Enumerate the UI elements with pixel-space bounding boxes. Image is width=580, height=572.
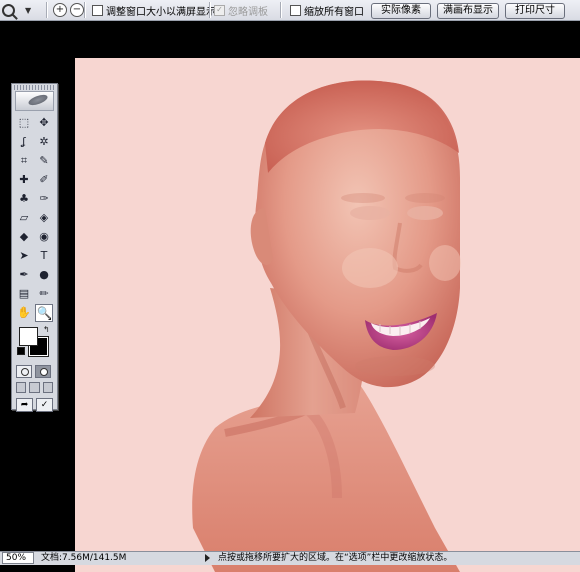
checkbox-box: ✓: [214, 4, 225, 16]
zoom-in-button[interactable]: +: [53, 3, 67, 17]
crop-icon[interactable]: ⌗: [15, 152, 33, 170]
status-menu-arrow-icon[interactable]: [205, 554, 210, 562]
separator: [209, 2, 211, 18]
quick-mask-button[interactable]: [35, 365, 51, 378]
zoom-all-windows-checkbox[interactable]: 缩放所有窗口: [290, 2, 364, 18]
dodge-icon[interactable]: ◉: [35, 228, 53, 246]
path-selection-icon[interactable]: ➤: [15, 247, 33, 265]
tool-preset-picker[interactable]: ▼: [2, 2, 38, 18]
checkbox-box[interactable]: [290, 4, 301, 16]
color-swatches: ↰: [15, 325, 54, 363]
ellipse-icon[interactable]: ●: [35, 266, 53, 284]
lasso-icon[interactable]: ʆ: [15, 133, 33, 151]
status-bar: 50% 文档:7.56M/141.5M 点按或拖移所要扩大的区域。在“选项”栏中…: [0, 551, 580, 565]
marquee-icon[interactable]: ⬚: [15, 114, 33, 132]
separator: [84, 2, 86, 18]
portrait-painting: [192, 80, 461, 572]
separator: [46, 2, 48, 18]
zoom-level-field[interactable]: 50%: [2, 552, 34, 564]
separator: [280, 2, 282, 18]
imageready-icon[interactable]: ✓: [36, 398, 53, 412]
tool-hint-text: 点按或拖移所要扩大的区域。在“选项”栏中更改缩放状态。: [218, 553, 453, 563]
feather-logo[interactable]: [15, 91, 54, 111]
foreground-color-swatch[interactable]: [19, 327, 38, 346]
resize-windows-label: 调整窗口大小以满屏显示: [106, 6, 216, 18]
hand-icon[interactable]: ✋: [15, 304, 33, 322]
fit-screen-button[interactable]: 满画布显示: [437, 3, 499, 19]
document-size: 文档:7.56M/141.5M: [41, 553, 127, 563]
clone-stamp-icon[interactable]: ♣: [15, 190, 33, 208]
history-brush-icon[interactable]: ✑: [35, 190, 53, 208]
edit-mode-group: [12, 363, 57, 380]
move-icon[interactable]: ✥: [35, 114, 53, 132]
standard-mode-button[interactable]: [16, 365, 32, 378]
checkbox-box[interactable]: [92, 4, 103, 16]
resize-windows-checkbox[interactable]: 调整窗口大小以满屏显示: [92, 2, 216, 18]
full-screen-menu-button[interactable]: [29, 382, 40, 393]
eyedropper-icon[interactable]: ✏: [35, 285, 53, 303]
zoom-icon[interactable]: 🔍: [35, 304, 53, 322]
chevron-down-icon: ▼: [25, 5, 32, 15]
ignore-palettes-label: 忽略调板: [228, 6, 268, 18]
brush-icon[interactable]: ✐: [35, 171, 53, 189]
jump-group: ➦ ✓: [12, 395, 57, 415]
blur-icon[interactable]: ◆: [15, 228, 33, 246]
zoom-out-button[interactable]: −: [70, 3, 84, 17]
tool-grid: ⬚ ✥ ʆ ✲ ⌗ ✎ ✚ ✐ ♣ ✑ ▱ ◈ ◆ ◉ ➤ T ✒ ● ▤ ✏ …: [12, 114, 57, 323]
actual-pixels-button[interactable]: 实际像素: [371, 3, 431, 19]
pen-icon[interactable]: ✒: [15, 266, 33, 284]
eraser-icon[interactable]: ▱: [15, 209, 33, 227]
default-colors-icon[interactable]: [17, 347, 25, 355]
magic-wand-icon[interactable]: ✲: [35, 133, 53, 151]
ignore-palettes-checkbox: ✓ 忽略调板: [214, 2, 268, 18]
zoom-tool-icon: [2, 3, 15, 17]
zoom-all-windows-label: 缩放所有窗口: [304, 6, 364, 18]
jump-to-imageready-button[interactable]: ➦: [16, 398, 33, 412]
paint-bucket-icon[interactable]: ◈: [35, 209, 53, 227]
slice-icon[interactable]: ✎: [35, 152, 53, 170]
type-icon[interactable]: T: [35, 247, 53, 265]
palette-grip[interactable]: [14, 85, 55, 90]
swap-colors-icon[interactable]: ↰: [43, 325, 50, 334]
screen-mode-group: [12, 380, 57, 395]
print-size-button[interactable]: 打印尺寸: [505, 3, 565, 19]
tools-palette: ⬚ ✥ ʆ ✲ ⌗ ✎ ✚ ✐ ♣ ✑ ▱ ◈ ◆ ◉ ➤ T ✒ ● ▤ ✏ …: [11, 83, 58, 412]
notes-icon[interactable]: ▤: [15, 285, 33, 303]
full-screen-button[interactable]: [42, 382, 53, 393]
options-bar: ▼ + − 调整窗口大小以满屏显示 ✓ 忽略调板 缩放所有窗口 实际像素 满画布…: [0, 0, 580, 21]
workspace: ⬚ ✥ ʆ ✲ ⌗ ✎ ✚ ✐ ♣ ✑ ▱ ◈ ◆ ◉ ➤ T ✒ ● ▤ ✏ …: [0, 21, 580, 572]
document-canvas[interactable]: [75, 58, 580, 572]
healing-brush-icon[interactable]: ✚: [15, 171, 33, 189]
standard-screen-button[interactable]: [16, 382, 27, 393]
